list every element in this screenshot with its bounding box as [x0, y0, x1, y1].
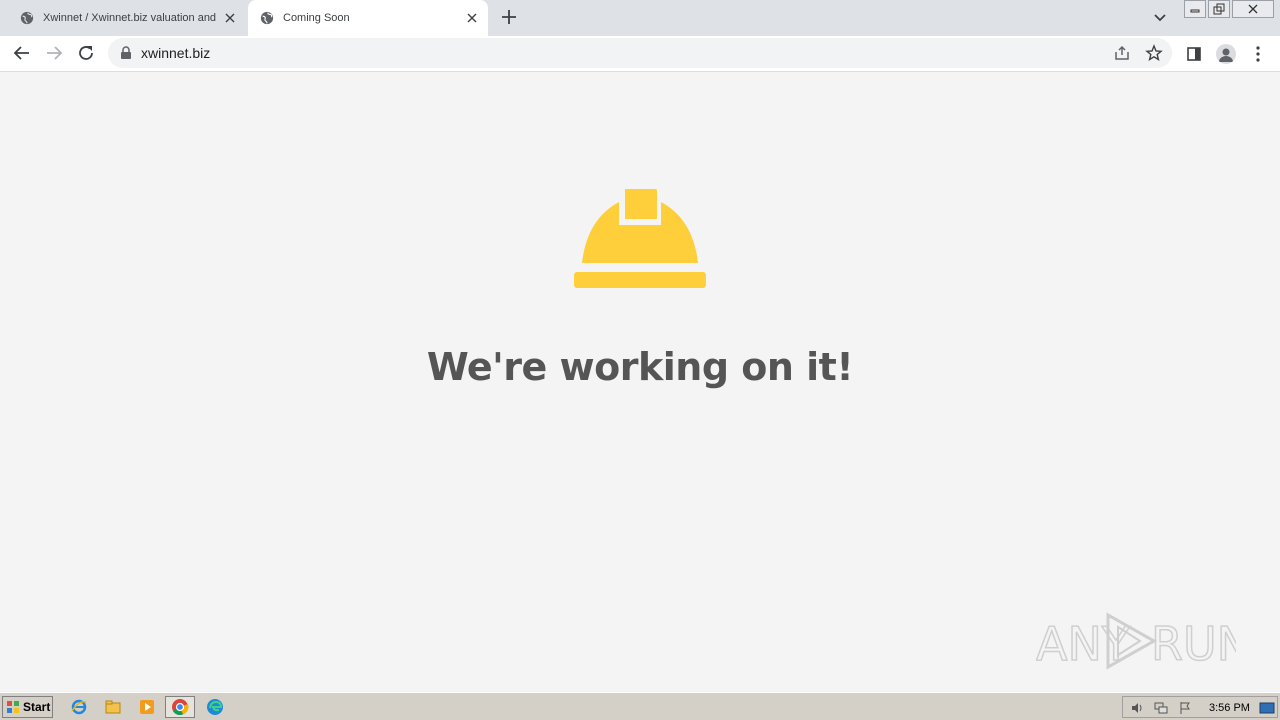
- action-center-flag-icon[interactable]: [1177, 700, 1193, 716]
- lock-icon[interactable]: [120, 46, 132, 60]
- taskbar-clock[interactable]: 3:56 PM: [1209, 702, 1250, 714]
- url-text[interactable]: xwinnet.biz: [141, 45, 210, 61]
- menu-kebab-icon[interactable]: [1248, 44, 1268, 64]
- close-tab-icon[interactable]: [222, 10, 238, 26]
- side-panel-icon[interactable]: [1184, 44, 1204, 64]
- system-tray: 3:56 PM: [1122, 696, 1278, 718]
- page-heading: We're working on it!: [426, 345, 854, 389]
- show-desktop-icon[interactable]: [1259, 700, 1275, 716]
- tab-coming-soon[interactable]: Coming Soon: [248, 0, 488, 36]
- speaker-icon[interactable]: [1129, 700, 1145, 716]
- windows-taskbar: Start 3:56 PM: [0, 692, 1280, 720]
- tab-xwinnet-valuation[interactable]: Xwinnet / Xwinnet.biz valuation and: [8, 0, 246, 36]
- share-icon[interactable]: [1113, 44, 1131, 62]
- chevron-down-icon[interactable]: [1152, 9, 1168, 25]
- tab-strip: Xwinnet / Xwinnet.biz valuation and Comi…: [0, 0, 1280, 36]
- hard-hat-icon: [574, 189, 706, 288]
- back-arrow-icon[interactable]: [12, 43, 32, 63]
- globe-icon: [20, 11, 34, 25]
- anyrun-watermark: ANY RUN: [1036, 612, 1236, 672]
- start-button[interactable]: Start: [2, 696, 53, 718]
- page-content: We're working on it! ANY RUN: [0, 72, 1280, 692]
- close-tab-icon[interactable]: [464, 10, 480, 26]
- internet-explorer-icon[interactable]: [68, 696, 90, 718]
- bookmark-star-icon[interactable]: [1145, 44, 1163, 62]
- tab-title: Xwinnet / Xwinnet.biz valuation and: [43, 12, 217, 24]
- close-window-button[interactable]: [1232, 0, 1274, 18]
- minimize-button[interactable]: [1184, 0, 1206, 18]
- edge-icon[interactable]: [204, 696, 226, 718]
- restore-button[interactable]: [1208, 0, 1230, 18]
- globe-icon: [260, 11, 274, 25]
- tab-title: Coming Soon: [283, 12, 350, 24]
- network-icon[interactable]: [1153, 700, 1169, 716]
- new-tab-plus-icon[interactable]: [500, 8, 518, 26]
- reload-icon[interactable]: [76, 43, 96, 63]
- profile-avatar-icon[interactable]: [1216, 44, 1236, 64]
- forward-arrow-icon[interactable]: [44, 43, 64, 63]
- chrome-icon[interactable]: [165, 696, 195, 718]
- start-label: Start: [23, 700, 51, 714]
- media-player-icon[interactable]: [136, 696, 158, 718]
- file-explorer-icon[interactable]: [102, 696, 124, 718]
- watermark-text-right: RUN: [1151, 617, 1236, 671]
- windows-logo-icon: [7, 701, 19, 713]
- browser-toolbar: xwinnet.biz: [0, 36, 1280, 72]
- address-bar[interactable]: xwinnet.biz: [108, 38, 1172, 68]
